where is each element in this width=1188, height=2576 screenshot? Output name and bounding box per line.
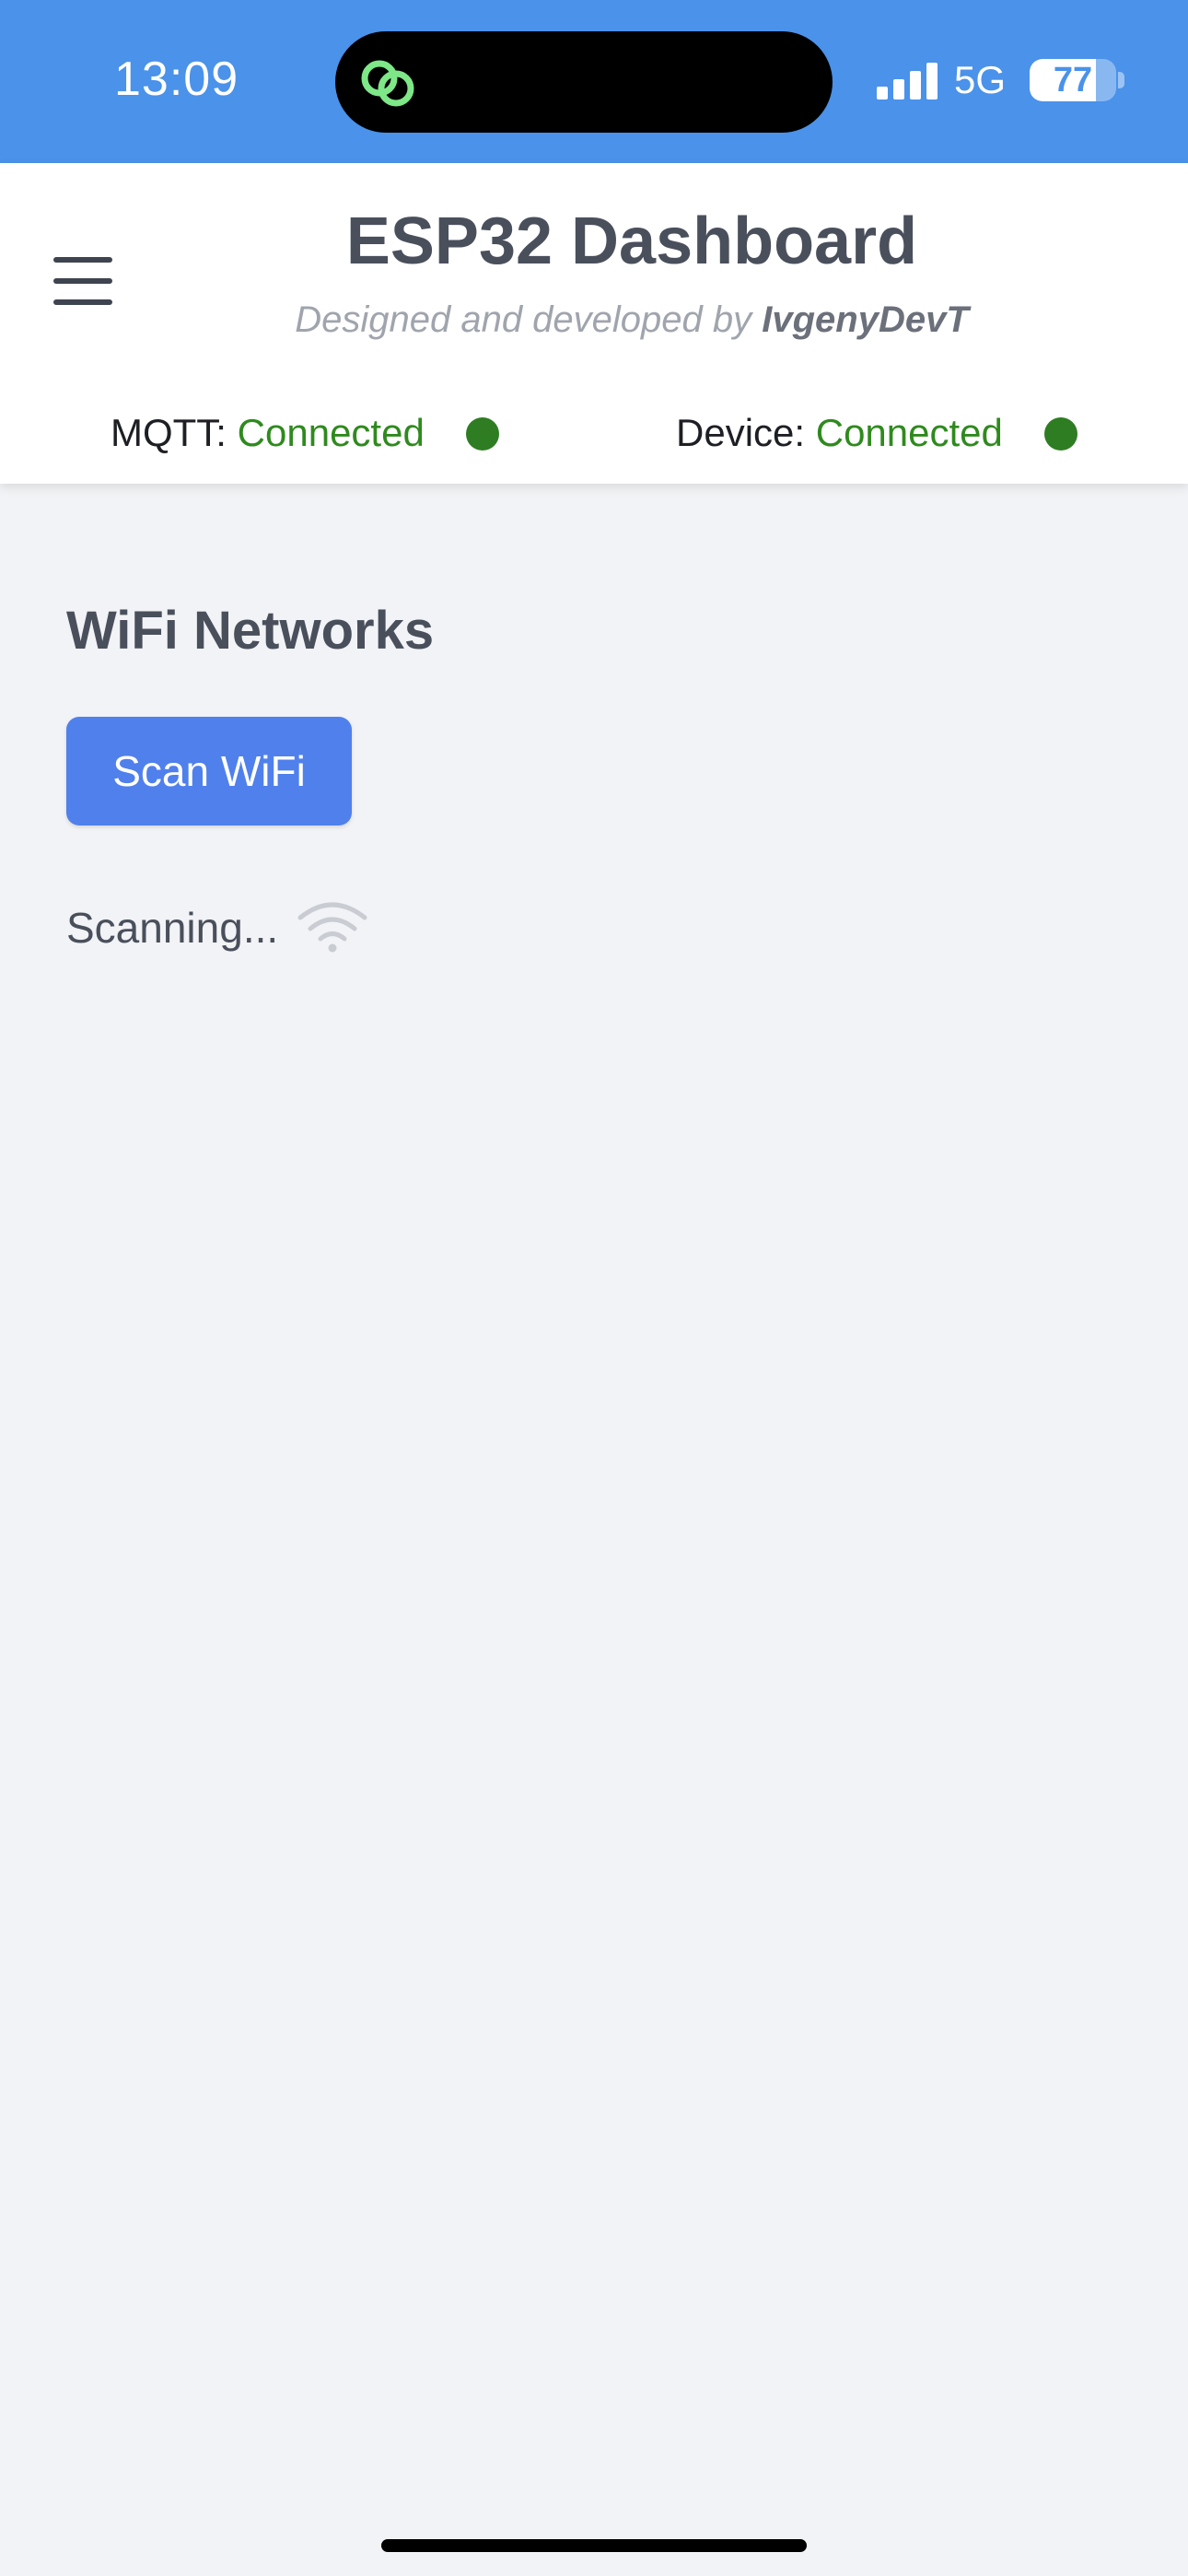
device-label: Device: <box>676 411 806 454</box>
scan-wifi-button[interactable]: Scan WiFi <box>66 717 352 825</box>
page-subtitle: Designed and developed by IvgenyDevT <box>147 296 1116 344</box>
status-time: 13:09 <box>114 53 239 106</box>
mqtt-status-dot <box>466 417 499 451</box>
wifi-icon <box>297 902 367 953</box>
home-indicator[interactable] <box>381 2539 807 2552</box>
page-title: ESP32 Dashboard <box>345 205 918 278</box>
device-status-value: Connected <box>815 411 1003 454</box>
hamburger-menu-icon[interactable] <box>44 244 122 318</box>
linked-circles-icon <box>361 60 414 107</box>
device-status-dot <box>1044 417 1077 451</box>
subtitle-prefix: Designed and developed by <box>295 299 763 340</box>
cellular-signal-icon <box>877 63 938 100</box>
battery-percentage: 77 <box>1053 61 1093 100</box>
mqtt-status-value: Connected <box>237 411 425 454</box>
battery-icon: 77 <box>1030 59 1116 101</box>
subtitle-author: IvgenyDevT <box>762 299 969 340</box>
section-title-wifi-networks: WiFi Networks <box>66 601 435 661</box>
network-type-label: 5G <box>954 58 1007 101</box>
device-status: Device: Connected <box>676 403 1100 463</box>
battery-cap <box>1118 72 1124 88</box>
mqtt-status: MQTT: Connected <box>111 403 516 463</box>
scanning-text: Scanning... <box>66 904 279 952</box>
status-bar: 13:09 5G 77 <box>0 0 1188 163</box>
mqtt-label: MQTT: <box>111 411 227 454</box>
app-header: ESP32 Dashboard Designed and developed b… <box>0 163 1188 484</box>
dynamic-island <box>335 31 833 133</box>
